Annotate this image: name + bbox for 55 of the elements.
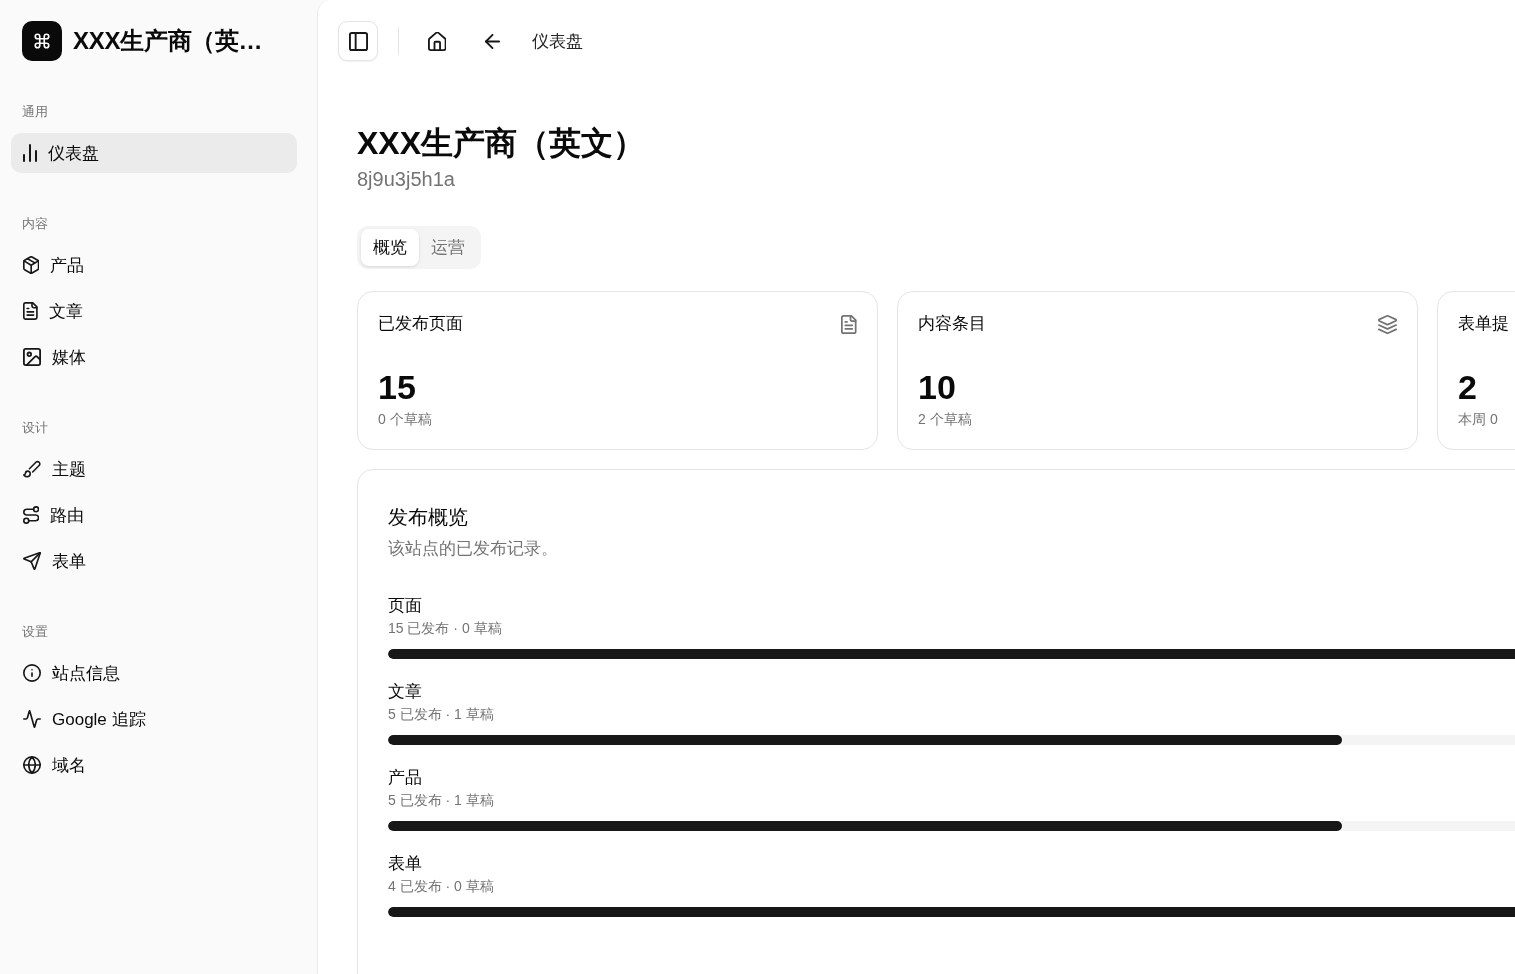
sidebar-item[interactable]: 产品 [11, 245, 297, 285]
bar-chart-icon [23, 144, 37, 162]
layers-icon [1378, 314, 1397, 334]
stat-note: 2 个草稿 [918, 410, 972, 429]
stat-value: 15 [378, 367, 416, 407]
stat-label: 内容条目 [918, 313, 986, 335]
sidebar-toggle-button[interactable] [338, 21, 378, 61]
sidebar-item[interactable]: 域名 [11, 745, 297, 785]
stat-note: 本周 0 [1458, 410, 1498, 429]
row-label: 页面 [388, 595, 422, 617]
brush-icon [23, 460, 41, 478]
route-icon [23, 506, 40, 524]
row-summary: 15 已发布 · 0 草稿 [388, 619, 502, 638]
breadcrumb-current: 仪表盘 [532, 30, 583, 53]
info-icon [23, 664, 41, 682]
card-title: 发布概览 [388, 505, 468, 530]
command-logo-icon [22, 21, 62, 61]
box-icon [23, 256, 40, 274]
stat-label: 已发布页面 [378, 313, 463, 335]
sidebar-item[interactable]: Google 追踪 [11, 699, 297, 739]
section-heading: 设计 [21, 419, 48, 437]
sidebar-item[interactable]: 站点信息 [11, 653, 297, 693]
pulse-icon [23, 710, 41, 728]
document-icon [23, 302, 38, 320]
card-description: 该站点的已发布记录。 [388, 538, 558, 560]
tab[interactable]: 运营 [419, 229, 477, 266]
sidebar-item[interactable]: 主题 [11, 449, 297, 489]
row-summary: 4 已发布 · 0 草稿 [388, 877, 494, 896]
row-summary: 5 已发布 · 1 草稿 [388, 705, 494, 724]
section-heading: 内容 [21, 215, 48, 233]
panel-left-icon [348, 31, 368, 51]
home-icon [427, 31, 447, 51]
image-icon [23, 348, 41, 366]
stat-note: 0 个草稿 [378, 410, 432, 429]
section-heading: 通用 [21, 103, 48, 121]
section-heading: 设置 [21, 623, 48, 641]
page-title: XXX生产商（英文） [357, 124, 646, 163]
sidebar-item[interactable]: 表单 [11, 541, 297, 581]
row-label: 产品 [388, 767, 422, 789]
stat-value: 2 [1458, 367, 1477, 407]
globe-icon [23, 756, 41, 774]
site-title: XXX生产商（英… [73, 26, 263, 56]
row-label: 文章 [388, 681, 422, 703]
document-icon [841, 314, 857, 334]
stat-value: 10 [918, 367, 956, 407]
row-summary: 5 已发布 · 1 草稿 [388, 791, 494, 810]
stat-label: 表单提 [1458, 313, 1509, 335]
page-subtitle: 8j9u3j5h1a [357, 167, 455, 192]
sidebar-item[interactable]: 文章 [11, 291, 297, 331]
row-label: 表单 [388, 853, 422, 875]
sidebar-item[interactable]: 媒体 [11, 337, 297, 377]
sidebar-item[interactable]: 仪表盘 [11, 133, 297, 173]
tab[interactable]: 概览 [361, 229, 419, 266]
sidebar-item[interactable]: 路由 [11, 495, 297, 535]
paper-plane-icon [23, 552, 41, 570]
